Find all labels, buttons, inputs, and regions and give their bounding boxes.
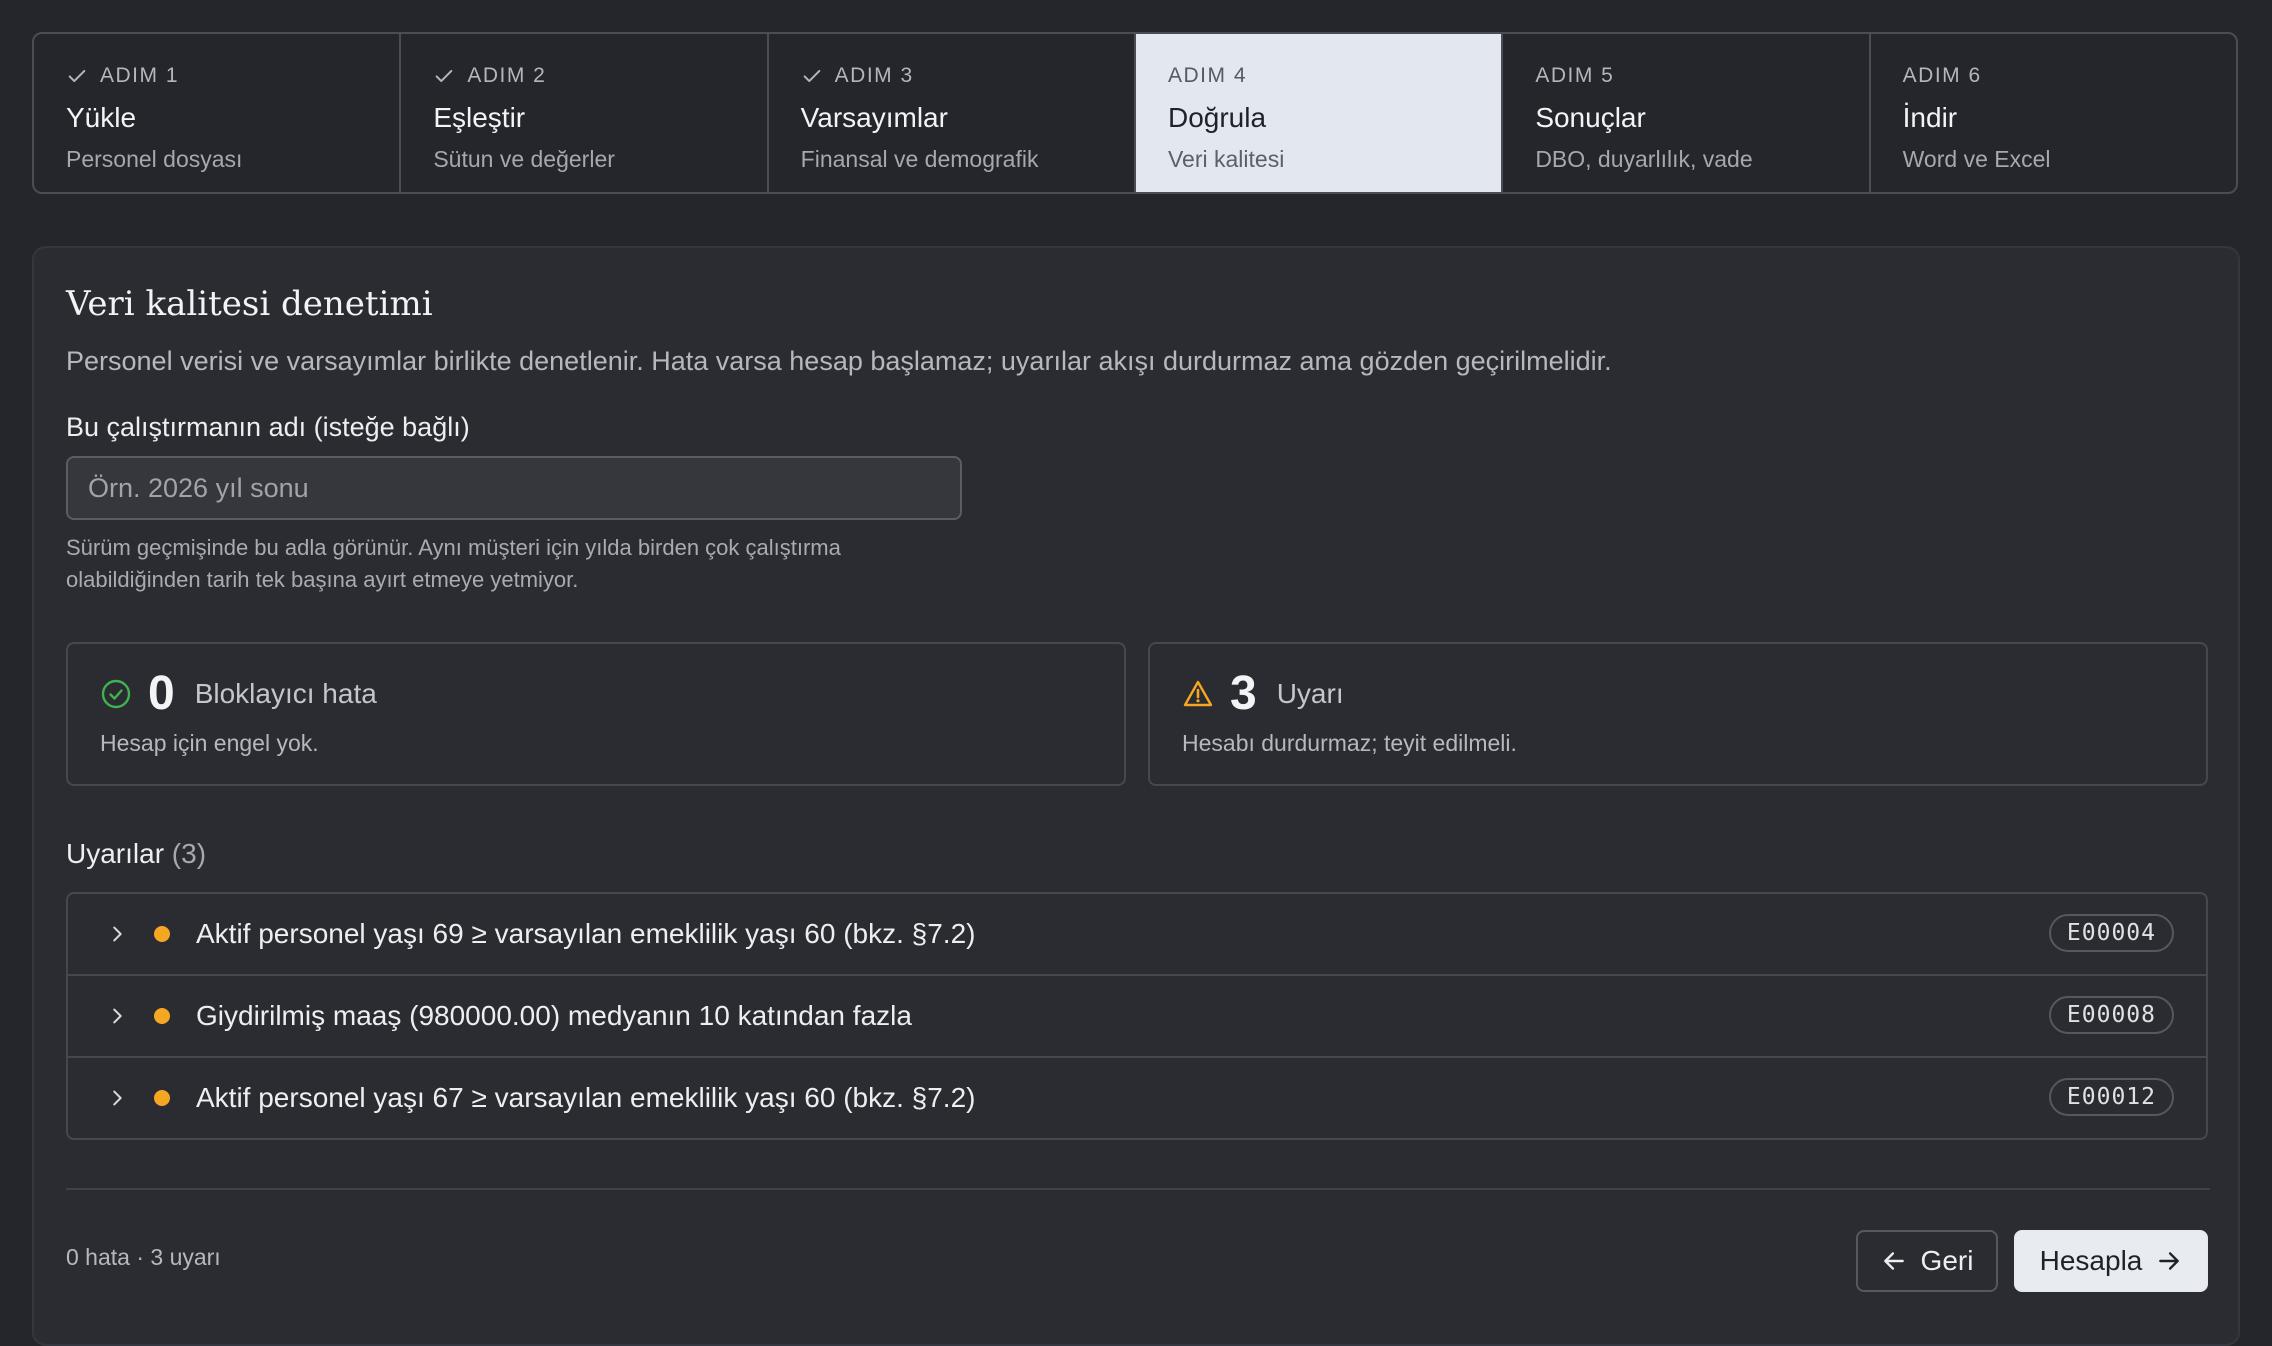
calculate-button[interactable]: Hesapla xyxy=(2014,1230,2208,1292)
step-results[interactable]: ADIM 5 Sonuçlar DBO, duyarlılık, vade xyxy=(1503,34,1871,192)
step-subtitle: Finansal ve demografik xyxy=(800,146,1039,172)
page-description: Personel verisi ve varsayımlar birlikte … xyxy=(66,346,1612,376)
step-number: ADIM 4 xyxy=(1167,64,1247,87)
calculate-button-label: Hesapla xyxy=(2039,1245,2143,1276)
page-title: Veri kalitesi denetimi xyxy=(66,284,433,324)
step-title: Yükle xyxy=(66,102,137,133)
run-name-help: Sürüm geçmişinde bu adla görünür. Aynı m… xyxy=(66,535,841,592)
warning-triangle-icon xyxy=(1183,680,1213,706)
back-button-label: Geri xyxy=(1920,1245,1974,1276)
step-subtitle: Word ve Excel xyxy=(1902,146,2051,172)
check-icon xyxy=(803,69,820,83)
check-icon xyxy=(68,69,86,83)
step-upload[interactable]: ADIM 1 Yükle Personel dosyası xyxy=(34,34,402,192)
warning-item[interactable]: Aktif personel yaşı 67 ≥ varsayılan emek… xyxy=(68,1058,2206,1138)
warning-item[interactable]: Giydirilmiş maaş (980000.00) medyanın 10… xyxy=(68,976,2206,1058)
step-validate[interactable]: ADIM 4 Doğrula Veri kalitesi xyxy=(1135,34,1504,192)
chevron-right-icon[interactable] xyxy=(106,923,128,945)
validation-card: Veri kalitesi denetimi Personel verisi v… xyxy=(32,246,2240,1346)
arrow-right-icon xyxy=(2159,1252,2180,1270)
warnings-heading-label: Uyarılar xyxy=(66,838,165,869)
back-button[interactable]: Geri xyxy=(1856,1230,1998,1292)
step-title: Doğrula xyxy=(1167,102,1267,133)
step-number: ADIM 5 xyxy=(1535,64,1615,87)
chevron-right-icon[interactable] xyxy=(106,1087,128,1109)
run-name-input[interactable] xyxy=(66,456,962,520)
wizard-stepper: ADIM 1 Yükle Personel dosyası ADIM 2 Eşl… xyxy=(32,32,2238,194)
error-label: Bloklayıcı hata xyxy=(194,677,377,709)
run-name-label: Bu çalıştırmanın adı (isteğe bağlı) xyxy=(66,412,470,442)
step-subtitle: DBO, duyarlılık, vade xyxy=(1535,146,1753,172)
warning-dot xyxy=(154,1090,170,1106)
step-number: ADIM 3 xyxy=(834,64,914,87)
step-subtitle: Veri kalitesi xyxy=(1167,146,1285,172)
warnings-heading-count: (3) xyxy=(171,838,207,869)
step-title: İndir xyxy=(1902,102,1958,133)
footer-divider xyxy=(66,1188,2210,1190)
step-assumptions[interactable]: ADIM 3 Varsayımlar Finansal ve demografi… xyxy=(769,34,1136,192)
warning-code-badge: E00012 xyxy=(2048,1078,2174,1116)
error-note: Hesap için engel yok. xyxy=(100,730,319,756)
warning-dot xyxy=(154,926,170,942)
step-title: Sonuçlar xyxy=(1535,102,1646,133)
warning-code-badge: E00004 xyxy=(2048,914,2174,952)
step-number: ADIM 6 xyxy=(1902,64,1982,87)
warnings-heading: Uyarılar (3) xyxy=(66,838,206,870)
warning-text: Aktif personel yaşı 69 ≥ varsayılan emek… xyxy=(196,918,976,949)
arrow-left-icon xyxy=(1883,1252,1904,1270)
warnings-list: Aktif personel yaşı 69 ≥ varsayılan emek… xyxy=(66,892,2208,1140)
step-title: Eşleştir xyxy=(433,102,526,133)
footer-status: 0 hata · 3 uyarı xyxy=(66,1244,221,1270)
warning-code-badge: E00008 xyxy=(2048,996,2174,1034)
check-circle-icon xyxy=(101,679,131,708)
step-subtitle: Sütun ve değerler xyxy=(433,146,615,172)
warning-count: 3 xyxy=(1230,667,1257,720)
error-count: 0 xyxy=(148,667,175,720)
warning-label: Uyarı xyxy=(1276,677,1344,709)
warning-note: Hesabı durdurmaz; teyit edilmeli. xyxy=(1182,730,1517,756)
step-map[interactable]: ADIM 2 Eşleştir Sütun ve değerler xyxy=(401,34,769,192)
step-number: ADIM 1 xyxy=(100,64,180,87)
step-number: ADIM 2 xyxy=(467,64,547,87)
step-title: Varsayımlar xyxy=(800,102,948,133)
error-summary-box: 0 Bloklayıcı hata Hesap için engel yok. xyxy=(66,642,1126,786)
warning-text: Giydirilmiş maaş (980000.00) medyanın 10… xyxy=(196,1000,912,1031)
step-subtitle: Personel dosyası xyxy=(66,146,243,172)
chevron-right-icon[interactable] xyxy=(106,1005,128,1027)
warning-summary-box: 3 Uyarı Hesabı durdurmaz; teyit edilmeli… xyxy=(1148,642,2208,786)
warning-item[interactable]: Aktif personel yaşı 69 ≥ varsayılan emek… xyxy=(68,894,2206,976)
warning-text: Aktif personel yaşı 67 ≥ varsayılan emek… xyxy=(196,1082,976,1113)
warning-dot xyxy=(154,1008,170,1024)
step-download[interactable]: ADIM 6 İndir Word ve Excel xyxy=(1871,34,2236,192)
check-icon xyxy=(435,69,453,83)
